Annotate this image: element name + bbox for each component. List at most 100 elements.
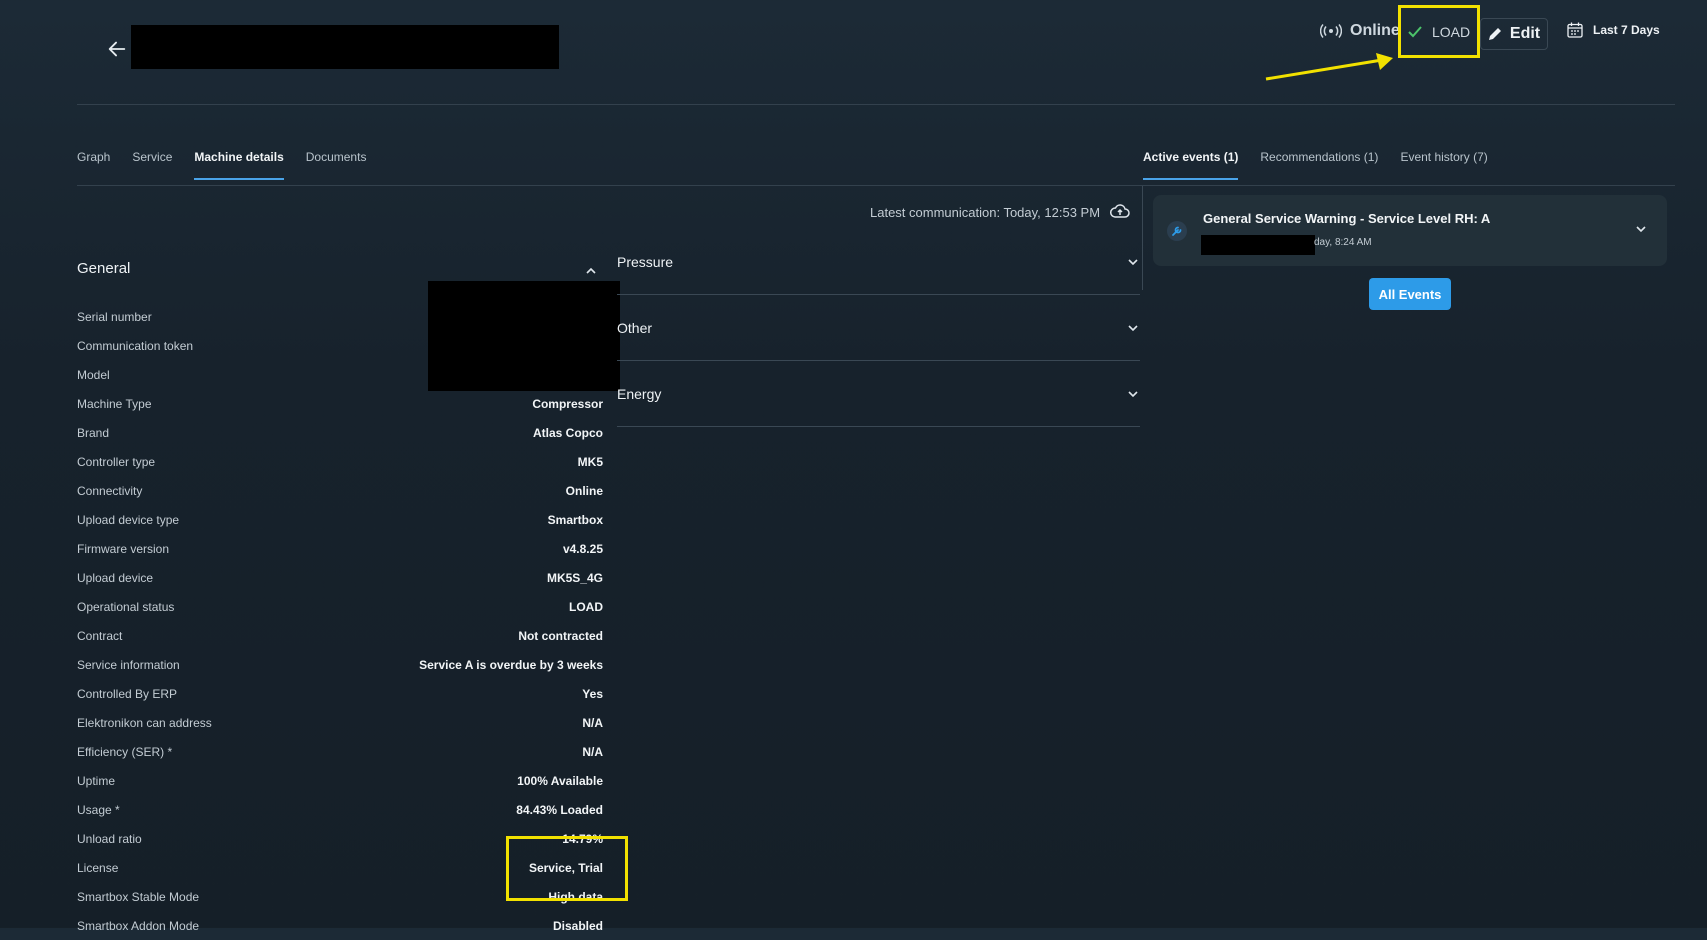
detail-label: Service information <box>77 657 180 672</box>
detail-value: Service A is overdue by 3 weeks <box>419 657 603 672</box>
detail-label: Smartbox Stable Mode <box>77 889 200 904</box>
wrench-icon <box>1167 221 1187 241</box>
detail-label: Controlled By ERP <box>77 686 178 701</box>
detail-row: Operational status LOAD <box>77 592 603 621</box>
date-range-label: Last 7 Days <box>1593 23 1660 37</box>
calendar-icon <box>1567 22 1583 38</box>
detail-value: LOAD <box>569 599 603 614</box>
active-event-card[interactable] <box>1153 195 1667 266</box>
tab-graph[interactable]: Graph <box>77 150 110 180</box>
detail-value: N/A <box>582 744 603 759</box>
detail-row: Service information Service A is overdue … <box>77 650 603 679</box>
detail-label: Communication token <box>77 338 194 353</box>
detail-row: Firmware version v4.8.25 <box>77 534 603 563</box>
detail-value: N/A <box>582 715 603 730</box>
back-arrow-icon[interactable] <box>106 38 128 60</box>
cloud-upload-icon <box>1110 204 1130 218</box>
tab-service[interactable]: Service <box>132 150 172 180</box>
detail-row: Usage * 84.43% Loaded <box>77 795 603 824</box>
accordion-energy[interactable]: Energy <box>617 361 1140 427</box>
chevron-up-icon[interactable] <box>584 264 598 278</box>
chevron-down-icon <box>1128 390 1138 397</box>
detail-value: Yes <box>582 686 603 701</box>
detail-label: Efficiency (SER) * <box>77 744 173 759</box>
detail-value: MK5 <box>577 454 603 469</box>
annotation-arrow-icon <box>1265 53 1393 81</box>
operational-badge: LOAD <box>1398 5 1480 58</box>
detail-row: Smartbox Addon Mode Disabled <box>77 911 603 940</box>
tab-active-events[interactable]: Active events (1) <box>1143 150 1239 180</box>
detail-row: Brand Atlas Copco <box>77 418 603 447</box>
tab-event-history[interactable]: Event history (7) <box>1400 150 1487 180</box>
main-tabs: Graph Service Machine details Documents <box>77 150 388 180</box>
detail-label: Contract <box>77 628 123 643</box>
date-range-picker[interactable]: Last 7 Days <box>1567 22 1660 38</box>
detail-row: Upload device type Smartbox <box>77 505 603 534</box>
detail-value: Online <box>565 483 603 498</box>
detail-label: Usage * <box>77 802 120 817</box>
detail-label: Serial number <box>77 309 152 324</box>
detail-row: Machine Type Compressor <box>77 389 603 418</box>
redacted-event-date <box>1201 235 1315 255</box>
event-time: day, 8:24 AM <box>1314 237 1372 248</box>
event-tabs-divider <box>1142 185 1675 186</box>
edit-button[interactable]: Edit <box>1480 18 1548 50</box>
detail-value: MK5S_4G <box>546 570 603 585</box>
detail-row: Controlled By ERP Yes <box>77 679 603 708</box>
check-icon <box>1408 25 1422 37</box>
accordion-label: Energy <box>617 385 662 402</box>
detail-row: Contract Not contracted <box>77 621 603 650</box>
status-online-text: Online <box>1350 22 1400 39</box>
detail-value: Not contracted <box>518 628 603 643</box>
detail-value: Compressor <box>532 396 603 411</box>
chevron-down-icon <box>1128 258 1138 265</box>
detail-label: Connectivity <box>77 483 143 498</box>
chevron-down-icon[interactable] <box>1634 222 1648 236</box>
column-divider <box>1142 186 1143 290</box>
detail-label: Upload device <box>77 570 154 585</box>
license-highlight-box <box>506 836 628 901</box>
broadcast-icon <box>1320 24 1342 38</box>
detail-row: Connectivity Online <box>77 476 603 505</box>
detail-value: Disabled <box>552 918 603 933</box>
detail-label: Elektronikon can address <box>77 715 212 730</box>
detail-label: Controller type <box>77 454 156 469</box>
connection-status: Online <box>1320 22 1400 40</box>
general-section-title: General <box>77 260 131 277</box>
event-tabs: Active events (1) Recommendations (1) Ev… <box>1143 150 1510 180</box>
operational-badge-text: LOAD <box>1431 23 1471 40</box>
detail-label: Unload ratio <box>77 831 142 846</box>
detail-label: Upload device type <box>77 512 180 527</box>
accordion-label: Pressure <box>617 253 674 270</box>
detail-value: Smartbox <box>547 512 603 527</box>
detail-value: 100% Available <box>517 773 603 788</box>
detail-label: Machine Type <box>77 396 152 411</box>
tabs-divider <box>77 185 1142 186</box>
detail-label: Uptime <box>77 773 116 788</box>
detail-label: Operational status <box>77 599 175 614</box>
tab-machine-details[interactable]: Machine details <box>194 150 284 180</box>
latest-communication-text: Latest communication: Today, 12:53 PM <box>870 204 1101 220</box>
header-divider <box>77 104 1675 105</box>
detail-label: License <box>77 860 119 875</box>
redacted-machine-name <box>131 25 559 69</box>
detail-label: Firmware version <box>77 541 170 556</box>
latest-communication: Latest communication: Today, 12:53 PM <box>870 204 1130 220</box>
accordion-pressure[interactable]: Pressure <box>617 229 1140 295</box>
all-events-button[interactable]: All Events <box>1369 278 1451 310</box>
edit-button-label: Edit <box>1509 25 1541 42</box>
detail-row: Uptime 100% Available <box>77 766 603 795</box>
tab-documents[interactable]: Documents <box>306 150 367 180</box>
detail-label: Brand <box>77 425 110 440</box>
detail-label: Smartbox Addon Mode <box>77 918 200 933</box>
chevron-down-icon <box>1128 324 1138 331</box>
accordion-other[interactable]: Other <box>617 295 1140 361</box>
detail-row: Elektronikon can address N/A <box>77 708 603 737</box>
detail-row: Upload device MK5S_4G <box>77 563 603 592</box>
detail-value: 84.43% Loaded <box>516 802 603 817</box>
tab-recommendations[interactable]: Recommendations (1) <box>1260 150 1378 180</box>
accordion-label: Other <box>617 319 653 336</box>
detail-label: Model <box>77 367 110 382</box>
detail-value: Atlas Copco <box>532 425 603 440</box>
pencil-icon <box>1488 28 1501 40</box>
